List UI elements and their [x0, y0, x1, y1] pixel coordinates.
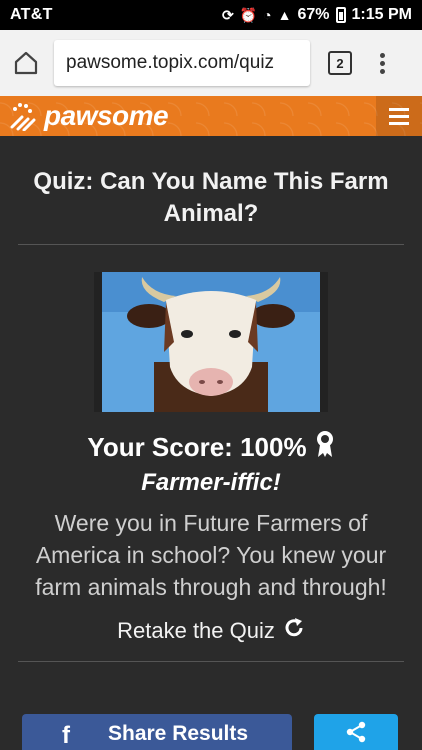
divider [18, 244, 404, 245]
site-logo[interactable]: pawsome [44, 100, 169, 132]
signal-icon: ▲ [277, 7, 292, 23]
site-header: pawsome [0, 96, 422, 136]
tabs-icon[interactable]: 2 [328, 51, 352, 75]
score-text: Your Score: 100% [87, 432, 307, 462]
browser-toolbar: pawsome.topix.com/quiz 2 [0, 30, 422, 96]
sync-icon: ⟳ [222, 6, 234, 23]
status-bar: AT&T ⟳ ⏰ ◔ ▲ 67% 1:15 PM [0, 0, 422, 30]
page-title: Quiz: Can You Name This Farm Animal? [33, 168, 389, 227]
status-icons: ⟳ ⏰ ◔ ▲ 67% 1:15 PM [222, 6, 412, 24]
wifi-icon: ◔ [263, 7, 272, 23]
retake-quiz-link[interactable]: Retake the Quiz [0, 617, 422, 645]
retake-label: Retake the Quiz [117, 618, 275, 643]
share-row: f Share Results [0, 714, 422, 750]
cow-image [94, 272, 328, 412]
ribbon-icon [315, 430, 335, 465]
share-results-label: Share Results [108, 722, 249, 745]
more-vert-icon[interactable] [374, 47, 391, 80]
alarm-icon: ⏰ [239, 6, 258, 23]
score-line: Your Score: 100% [0, 430, 422, 465]
clock: 1:15 PM [351, 6, 412, 23]
home-icon[interactable] [8, 45, 44, 81]
share-icon [344, 720, 368, 749]
refresh-icon [283, 617, 305, 645]
hamburger-icon[interactable] [376, 96, 422, 136]
paw-logo-icon[interactable] [8, 101, 38, 132]
url-bar[interactable]: pawsome.topix.com/quiz [54, 40, 310, 86]
result-rating: Farmer-iffic! [141, 469, 281, 496]
battery-percent: 67% [297, 6, 330, 23]
share-button[interactable] [314, 714, 398, 750]
facebook-icon: f [62, 722, 70, 749]
carrier-label: AT&T [10, 6, 53, 23]
share-results-button[interactable]: f Share Results [22, 714, 292, 750]
result-description: Were you in Future Farmers of America in… [35, 510, 387, 600]
quiz-content: Quiz: Can You Name This Farm Animal? You… [0, 136, 422, 662]
divider [18, 661, 404, 662]
battery-icon [335, 7, 346, 23]
